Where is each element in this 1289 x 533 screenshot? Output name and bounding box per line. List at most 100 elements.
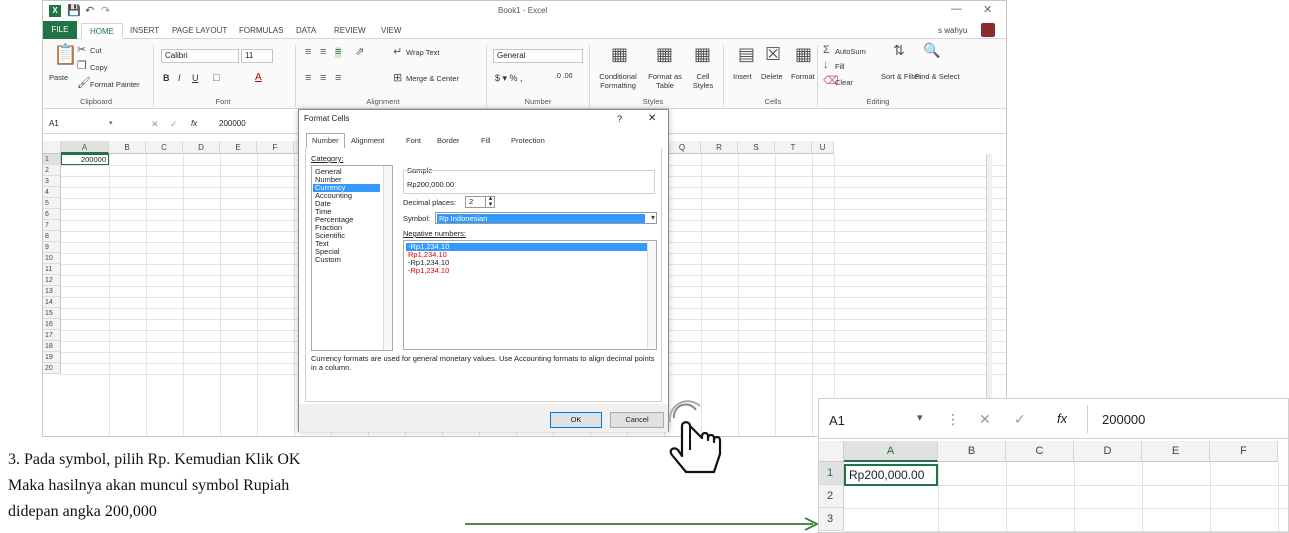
merge-center-button[interactable]: Merge & Center <box>406 74 459 83</box>
undo-icon[interactable]: ↶ <box>85 4 94 17</box>
row-header[interactable]: 19 <box>43 352 61 363</box>
column-header[interactable]: E <box>220 141 257 154</box>
formula-input[interactable]: 200000 <box>219 119 246 128</box>
category-item[interactable]: Custom <box>313 256 380 264</box>
align-center-icon[interactable]: ≡ <box>320 73 326 84</box>
row-header[interactable]: 9 <box>43 242 61 253</box>
tab-data[interactable]: DATA <box>288 23 324 39</box>
column-header[interactable]: R <box>701 141 738 154</box>
zoom-cell-a1[interactable]: Rp200,000.00 <box>844 464 938 486</box>
row-header[interactable]: 12 <box>43 275 61 286</box>
align-right-icon[interactable]: ≡ <box>335 73 341 84</box>
column-header[interactable]: B <box>109 141 146 154</box>
zoom-formula-input[interactable]: 200000 <box>1102 412 1145 427</box>
row-header[interactable]: 15 <box>43 308 61 319</box>
tab-protection[interactable]: Protection <box>506 134 550 148</box>
row-header[interactable]: 13 <box>43 286 61 297</box>
redo-icon[interactable]: ↷ <box>101 4 110 17</box>
ok-button[interactable]: OK <box>550 412 602 428</box>
zoom-column-header[interactable]: A <box>844 441 938 462</box>
row-header[interactable]: 20 <box>43 363 61 374</box>
number-format-select[interactable]: General <box>493 49 583 63</box>
zoom-column-header[interactable]: B <box>938 441 1006 462</box>
row-header[interactable]: 10 <box>43 253 61 264</box>
zoom-select-all-corner[interactable] <box>819 441 844 462</box>
column-header[interactable]: Q <box>664 141 701 154</box>
underline-button[interactable]: U <box>192 73 199 83</box>
zoom-row-header[interactable]: 1 <box>819 462 844 485</box>
clear-button[interactable]: Clear <box>835 78 853 87</box>
zoom-fx-icon[interactable]: fx <box>1057 411 1067 426</box>
zoom-row-header[interactable]: 3 <box>819 508 844 531</box>
paste-button[interactable]: Paste <box>49 73 68 82</box>
column-header[interactable]: C <box>146 141 183 154</box>
column-header[interactable]: S <box>738 141 775 154</box>
row-header[interactable]: 11 <box>43 264 61 275</box>
format-cells-button[interactable]: Format <box>791 72 815 81</box>
tab-review[interactable]: REVIEW <box>326 23 374 39</box>
row-header[interactable]: 14 <box>43 297 61 308</box>
tab-alignment[interactable]: Alignment <box>346 134 389 148</box>
decimal-buttons[interactable]: .0 .00 <box>555 73 573 80</box>
italic-button[interactable]: I <box>178 73 181 83</box>
tab-fill[interactable]: Fill <box>476 134 496 148</box>
zoom-name-box[interactable]: A1 <box>829 413 845 428</box>
row-header[interactable]: 17 <box>43 330 61 341</box>
row-header[interactable]: 4 <box>43 187 61 198</box>
select-all-corner[interactable] <box>43 141 61 154</box>
cell-styles-button[interactable]: Cell Styles <box>688 72 718 90</box>
close-icon[interactable]: ✕ <box>983 3 992 16</box>
zoom-column-header[interactable]: E <box>1142 441 1210 462</box>
tab-insert[interactable]: INSERT <box>122 23 167 39</box>
row-header[interactable]: 16 <box>43 319 61 330</box>
wrap-text-button[interactable]: Wrap Text <box>406 48 440 57</box>
tab-formulas[interactable]: FORMULAS <box>231 23 291 39</box>
avatar[interactable] <box>981 23 995 37</box>
category-list[interactable]: General Number Currency Accounting Date Time P… <box>311 165 393 351</box>
category-scrollbar[interactable] <box>383 166 392 350</box>
row-header[interactable]: 7 <box>43 220 61 231</box>
tab-home[interactable]: HOME <box>81 23 123 39</box>
cut-button[interactable]: Cut <box>90 46 102 55</box>
row-header[interactable]: 5 <box>43 198 61 209</box>
row-header[interactable]: 2 <box>43 165 61 176</box>
accounting-format-button[interactable]: $ ▾ % , <box>495 73 523 84</box>
column-header[interactable]: U <box>812 141 834 154</box>
paste-icon[interactable]: 📋 <box>53 45 78 65</box>
align-left-icon[interactable]: ≡ <box>305 73 311 84</box>
find-select-button[interactable]: Find & Select <box>915 72 960 81</box>
chevron-down-icon[interactable]: ▾ <box>651 213 655 222</box>
zoom-column-header[interactable]: D <box>1074 441 1142 462</box>
user-name[interactable]: s wahyu <box>938 26 967 35</box>
row-header[interactable]: 3 <box>43 176 61 187</box>
borders-icon[interactable]: □ <box>213 73 220 84</box>
tab-page-layout[interactable]: PAGE LAYOUT <box>164 23 235 39</box>
cell-a1[interactable]: 200000 <box>61 154 109 165</box>
tab-view[interactable]: VIEW <box>373 23 409 39</box>
font-color-button[interactable]: A <box>255 72 262 83</box>
name-box[interactable]: A1 <box>49 119 59 128</box>
format-painter-button[interactable]: Format Painter <box>90 80 140 89</box>
align-middle-icon[interactable]: ≡ <box>320 47 326 58</box>
column-header[interactable]: A <box>61 141 109 154</box>
row-header[interactable]: 18 <box>43 341 61 352</box>
tab-number[interactable]: Number <box>306 133 345 149</box>
negative-number-option[interactable]: -Rp1,234.10 <box>406 267 649 275</box>
orientation-icon[interactable]: ⇗ <box>355 47 364 58</box>
help-button[interactable]: ? <box>617 114 622 124</box>
decimal-stepper-icon[interactable]: ▴ ▾ <box>485 195 495 208</box>
zoom-cancel-icon[interactable]: ✕ <box>979 411 991 428</box>
row-header[interactable]: 6 <box>43 209 61 220</box>
row-header[interactable]: 8 <box>43 231 61 242</box>
column-header[interactable]: F <box>257 141 294 154</box>
minimize-icon[interactable]: — <box>951 3 962 15</box>
zoom-column-header[interactable]: F <box>1210 441 1278 462</box>
bold-button[interactable]: B <box>163 73 170 83</box>
column-header[interactable]: D <box>183 141 220 154</box>
symbol-select[interactable]: Rp Indonesian ▾ <box>435 212 657 224</box>
negative-list-scrollbar[interactable] <box>647 241 656 349</box>
fill-button[interactable]: Fill <box>835 62 845 71</box>
autosum-button[interactable]: AutoSum <box>835 47 866 56</box>
tab-border[interactable]: Border <box>432 134 465 148</box>
zoom-row-header[interactable]: 2 <box>819 485 844 508</box>
